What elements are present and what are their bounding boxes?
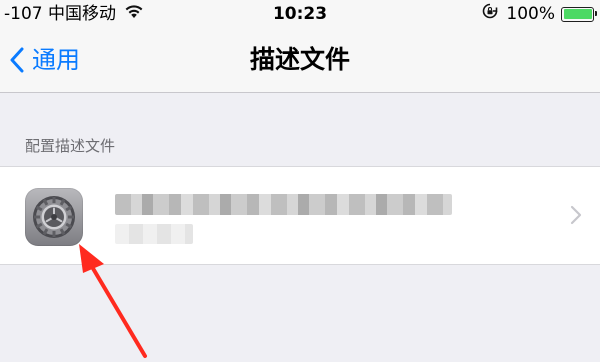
red-arrow-annotation <box>79 244 147 358</box>
